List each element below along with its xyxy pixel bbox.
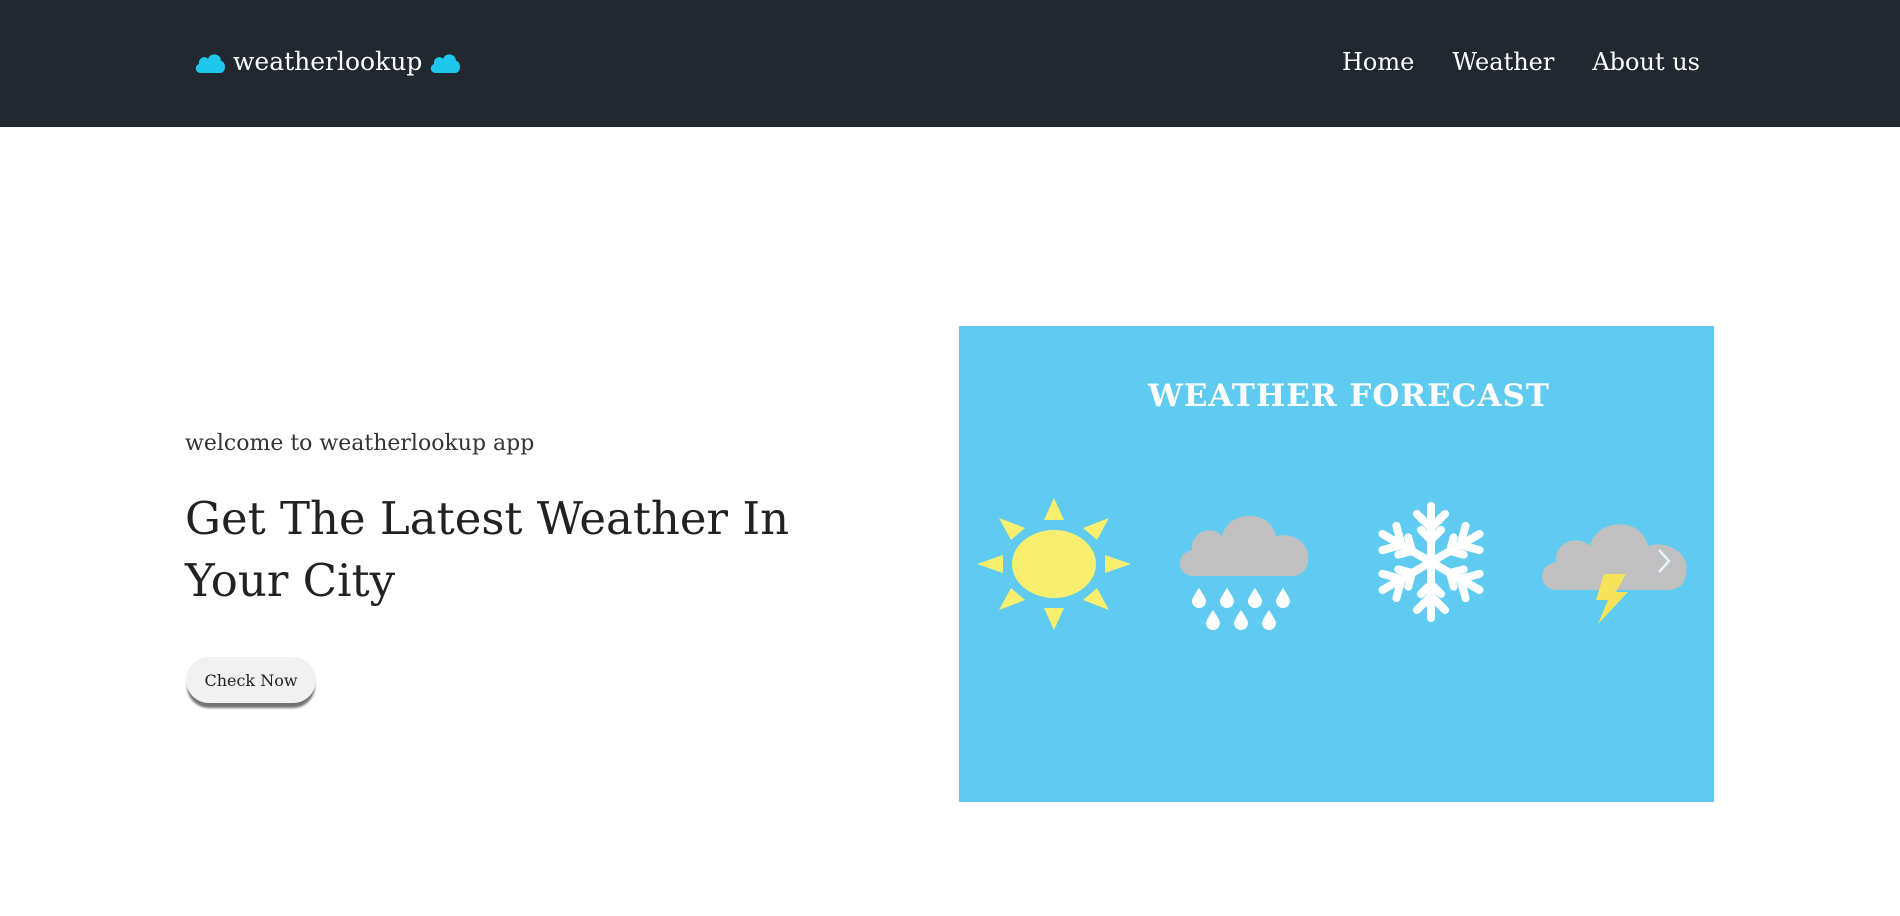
- page-bottom: [0, 912, 1900, 916]
- hero-headline: Get The Latest Weather In Your City: [185, 492, 790, 607]
- banner-title: WEATHER FORECAST: [1148, 378, 1550, 414]
- brand-logo[interactable]: weatherlookup: [193, 45, 462, 79]
- nav-about-us[interactable]: About us: [1592, 45, 1700, 79]
- weather-forecast-carousel: WEATHER FORECAST: [959, 326, 1714, 802]
- page: weatherlookup Home Weather About us welc…: [0, 0, 1900, 916]
- nav-weather[interactable]: Weather: [1452, 45, 1554, 79]
- welcome-text: welcome to weatherlookup app: [185, 431, 535, 456]
- sun-icon: [977, 498, 1131, 630]
- rain-cloud-icon: [1179, 515, 1309, 630]
- snowflake-icon: [1378, 502, 1484, 622]
- navbar: weatherlookup Home Weather About us: [0, 0, 1900, 127]
- brand-name: weatherlookup: [233, 47, 423, 76]
- check-now-button[interactable]: Check Now: [186, 657, 316, 703]
- chevron-right-icon[interactable]: [1649, 544, 1679, 578]
- nav-links: Home Weather About us: [1342, 45, 1700, 79]
- nav-home[interactable]: Home: [1342, 45, 1414, 79]
- cloud-icon: [431, 54, 461, 73]
- cloud-icon: [195, 54, 225, 73]
